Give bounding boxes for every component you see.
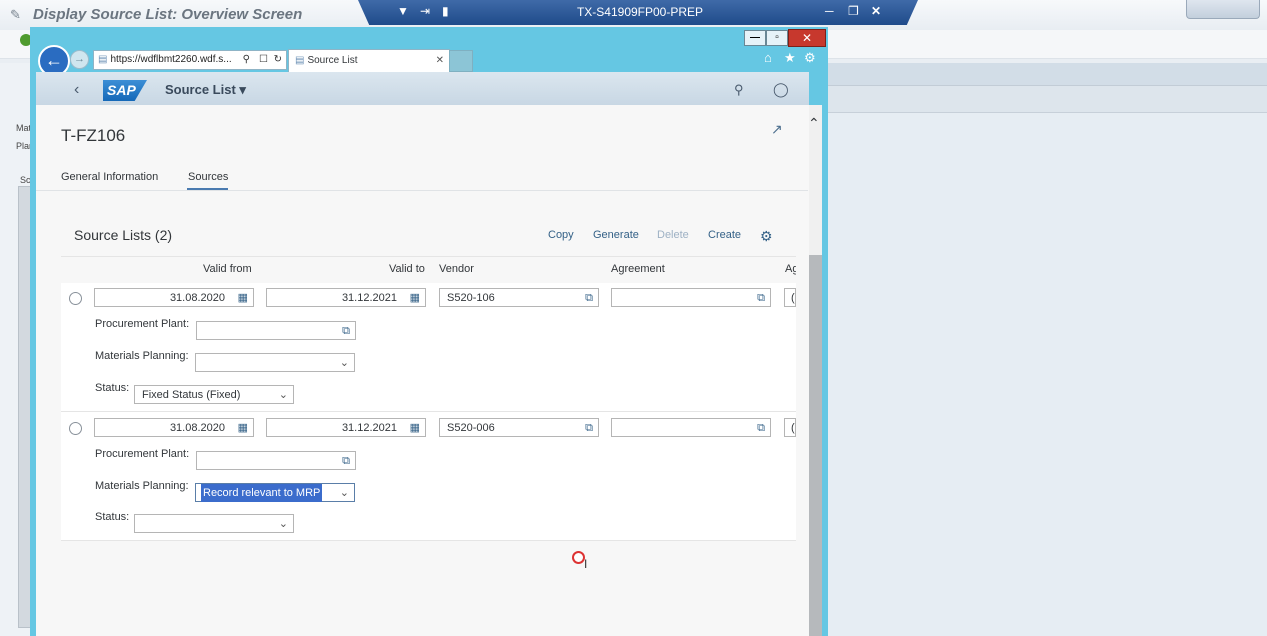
procurement-plant-field[interactable]: ⧉: [196, 321, 356, 340]
chevron-down-icon: ⌄: [339, 357, 349, 369]
calendar-icon[interactable]: ▦: [410, 419, 420, 437]
create-button[interactable]: Create: [708, 229, 741, 241]
column-header-valid-from: Valid from: [203, 263, 252, 275]
tab-title: Source List: [307, 55, 358, 66]
materials-planning-select[interactable]: ⌄: [195, 353, 355, 372]
valid-to-field[interactable]: 31.12.2021 ▦: [266, 418, 426, 437]
restore-icon[interactable]: ❐: [848, 4, 859, 18]
materials-planning-label: Materials Planning:: [95, 350, 189, 362]
share-icon[interactable]: ↗: [771, 121, 785, 137]
background-toolbar-strip: [828, 86, 1267, 113]
pin-icon[interactable]: ⇥: [420, 4, 430, 18]
shell-back-icon[interactable]: ‹: [74, 81, 79, 99]
scrollbar-thumb[interactable]: [809, 255, 822, 636]
tab-general-information[interactable]: General Information: [61, 171, 158, 183]
browser-maximize-button[interactable]: ▫: [766, 30, 788, 46]
signal-icon: ▮: [442, 4, 449, 18]
user-icon[interactable]: ◯: [773, 81, 789, 98]
site-icon: ▤: [98, 54, 108, 65]
address-bar[interactable]: ▤ https://wdflbmt2260.wdf.s... ⚲ ☐ ↻: [93, 50, 287, 70]
calendar-icon[interactable]: ▦: [238, 289, 248, 307]
agreement-field[interactable]: ⧉: [611, 288, 771, 307]
shell-search-icon[interactable]: ⚲: [734, 82, 744, 98]
chevron-down-icon: ⌄: [339, 487, 349, 499]
value-help-icon[interactable]: ⧉: [342, 322, 350, 340]
address-url: https://wdflbmt2260.wdf.s...: [110, 54, 232, 65]
remote-desktop-title: TX-S41909FP00-PREP: [576, 5, 704, 19]
object-title: T-FZ106: [61, 126, 126, 145]
truncated-field[interactable]: (: [784, 288, 796, 307]
search-icon[interactable]: ⚲: [243, 51, 250, 69]
valid-to-field[interactable]: 31.12.2021 ▦: [266, 288, 426, 307]
procurement-plant-label: Procurement Plant:: [95, 448, 190, 460]
truncated-field[interactable]: (: [784, 418, 796, 437]
delete-button[interactable]: Delete: [657, 229, 689, 241]
status-select[interactable]: Fixed Status (Fixed) ⌄: [134, 385, 294, 404]
fiori-shell-bar: [36, 72, 809, 106]
value-help-icon[interactable]: ⧉: [585, 419, 593, 437]
calendar-icon[interactable]: ▦: [238, 419, 248, 437]
browser-close-button[interactable]: ✕: [788, 29, 826, 47]
settings-gear-icon[interactable]: ⚙: [804, 50, 816, 66]
new-tab-button[interactable]: [449, 50, 473, 72]
dropdown-icon[interactable]: ▼: [397, 4, 409, 18]
tab-sources[interactable]: Sources: [188, 171, 228, 183]
close-icon[interactable]: ✕: [871, 4, 881, 18]
column-header-agreement: Agreement: [611, 263, 665, 275]
materials-planning-select[interactable]: Record relevant to MRP ⌄: [195, 483, 355, 502]
chevron-down-icon: ⌄: [278, 389, 288, 401]
value-help-icon[interactable]: ⧉: [757, 289, 765, 307]
value-help-icon[interactable]: ⧉: [757, 419, 765, 437]
background-header-strip: [828, 63, 1267, 86]
table-header-row: [61, 256, 796, 284]
tab-divider: [36, 190, 808, 191]
agreement-field[interactable]: ⧉: [611, 418, 771, 437]
tab-close-icon[interactable]: ✕: [436, 50, 444, 72]
shell-app-title[interactable]: Source List ▾: [165, 82, 246, 98]
status-select[interactable]: ⌄: [134, 514, 294, 533]
selected-text: Record relevant to MRP: [201, 484, 323, 502]
column-header-truncated: Ag: [785, 263, 796, 275]
value-help-icon[interactable]: ⧉: [342, 452, 350, 470]
minimize-icon[interactable]: ─: [825, 4, 834, 18]
status-label: Status:: [95, 382, 130, 394]
table-settings-icon[interactable]: ⚙: [760, 228, 773, 244]
row-select-radio[interactable]: [69, 422, 82, 435]
valid-from-field[interactable]: 31.08.2020 ▦: [94, 288, 254, 307]
refresh-icon[interactable]: ↻: [274, 51, 282, 69]
copy-button[interactable]: Copy: [548, 229, 574, 241]
vendor-field[interactable]: S520-006 ⧉: [439, 418, 599, 437]
procurement-plant-field[interactable]: ⧉: [196, 451, 356, 470]
chevron-down-icon: ⌄: [278, 518, 288, 530]
browser-minimize-button[interactable]: —: [744, 30, 766, 46]
browser-tab-source-list[interactable]: ▤ Source List ✕: [288, 49, 450, 72]
document-icon: ✎: [10, 7, 21, 22]
text-cursor-icon: I: [584, 557, 588, 571]
tab-favicon-icon: ▤: [295, 55, 305, 66]
generate-button[interactable]: Generate: [593, 229, 639, 241]
value-help-icon[interactable]: ⧉: [585, 289, 593, 307]
home-icon[interactable]: ⌂: [764, 50, 772, 65]
materials-planning-label: Materials Planning:: [95, 480, 189, 492]
favorites-icon[interactable]: ★: [784, 50, 796, 66]
row-select-radio[interactable]: [69, 292, 82, 305]
background-window-controls[interactable]: [1186, 0, 1260, 19]
column-header-valid-to: Valid to: [389, 263, 425, 275]
background-label-source: Sc: [20, 175, 31, 185]
browser-forward-button[interactable]: →: [70, 50, 89, 69]
section-title: Source Lists (2): [74, 227, 173, 243]
background-right-panel: [828, 63, 1267, 636]
vendor-field[interactable]: S520-106 ⧉: [439, 288, 599, 307]
background-window-title: Display Source List: Overview Screen: [33, 6, 303, 23]
lock-icon: ☐: [259, 54, 268, 65]
valid-from-field[interactable]: 31.08.2020 ▦: [94, 418, 254, 437]
collapse-header-icon[interactable]: ⌃: [808, 115, 820, 132]
procurement-plant-label: Procurement Plant:: [95, 318, 190, 330]
background-label-material: Mat: [16, 123, 32, 133]
status-label: Status:: [95, 511, 130, 523]
calendar-icon[interactable]: ▦: [410, 289, 420, 307]
column-header-vendor: Vendor: [439, 263, 474, 275]
